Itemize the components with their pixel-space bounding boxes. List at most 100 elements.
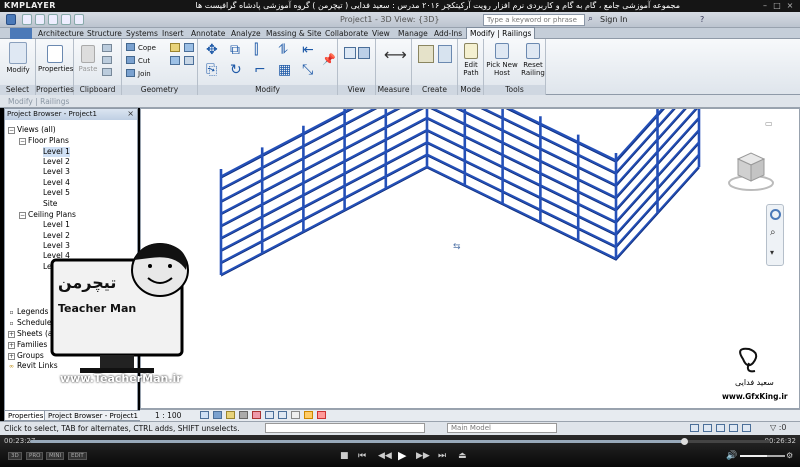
flip-arrows-icon[interactable]: ⇆ xyxy=(453,242,461,252)
tree-ceiling-level-1[interactable]: Level 1 xyxy=(43,220,70,230)
sign-in-button[interactable]: Sign In xyxy=(600,15,627,24)
settings-icon[interactable]: ⚙ xyxy=(786,451,793,461)
crop-view-icon[interactable] xyxy=(265,411,274,419)
tree-ceiling-plans[interactable]: − Ceiling Plans xyxy=(19,210,76,220)
rewind-icon[interactable]: ◀◀ xyxy=(378,451,392,461)
3d-viewport[interactable]: ⇆ ⌕ ▾ ▭ xyxy=(140,61,800,410)
tree-floor-level-5[interactable]: Level 5 xyxy=(43,188,70,198)
tab-properties[interactable]: Properties xyxy=(4,410,48,421)
tab-analyze[interactable]: Analyze xyxy=(231,28,261,39)
volume-icon[interactable]: 🔊 xyxy=(726,451,737,461)
pin-icon[interactable]: 📌 xyxy=(322,52,336,68)
stop-icon[interactable]: ■ xyxy=(340,451,349,461)
reset-railing-button[interactable]: Reset Railing xyxy=(520,43,546,77)
override-graphics-icon[interactable] xyxy=(358,47,370,59)
cut-clip-icon[interactable] xyxy=(102,44,112,52)
offset-icon[interactable]: ⧉ xyxy=(230,42,246,58)
expand-icon[interactable]: + xyxy=(8,331,15,338)
tab-massing-site[interactable]: Massing & Site xyxy=(266,28,322,39)
cut-button[interactable]: Cut xyxy=(126,56,150,66)
pick-new-host-button[interactable]: Pick New Host xyxy=(485,43,519,77)
tree-floor-level-3[interactable]: Level 3 xyxy=(43,167,70,177)
binoculars-icon[interactable]: ⌕ xyxy=(588,14,598,25)
tag-mini[interactable]: MINI xyxy=(46,452,65,460)
design-option-dropdown[interactable] xyxy=(265,423,425,433)
tab-structure[interactable]: Structure xyxy=(87,28,122,39)
tab-project-browser[interactable]: Project Browser - Project1 xyxy=(44,410,142,421)
view-restore-icon[interactable]: ▭ xyxy=(765,119,777,128)
tree-floor-level-2[interactable]: Level 2 xyxy=(43,157,70,167)
tag-3d[interactable]: 3D xyxy=(8,452,22,460)
search-input[interactable]: Type a keyword or phrase xyxy=(483,14,585,26)
temp-hide-icon[interactable] xyxy=(304,411,313,419)
tab-insert[interactable]: Insert xyxy=(162,28,184,39)
edit-path-button[interactable]: Edit Path xyxy=(459,43,483,77)
save-icon[interactable] xyxy=(35,14,45,25)
nav-chevron-icon[interactable]: ▾ xyxy=(770,247,781,258)
reveal-hidden-icon[interactable] xyxy=(317,411,326,419)
maximize-icon[interactable]: □ xyxy=(772,1,782,10)
forward-icon[interactable]: ▶▶ xyxy=(416,451,430,461)
next-icon[interactable]: ⏭ xyxy=(438,451,446,461)
steering-wheel-icon[interactable] xyxy=(770,209,781,220)
hide-element-icon[interactable] xyxy=(344,47,356,59)
join-button[interactable]: Join xyxy=(126,69,151,79)
minimize-icon[interactable]: – xyxy=(760,1,770,10)
tab-add-ins[interactable]: Add-Ins xyxy=(434,28,462,39)
properties-button[interactable]: Properties xyxy=(38,45,73,73)
align-icon[interactable]: ⇤ xyxy=(302,42,318,58)
tree-groups[interactable]: + Groups xyxy=(8,351,44,361)
modify-button[interactable]: Modify xyxy=(4,42,32,74)
tab-systems[interactable]: Systems xyxy=(126,28,158,39)
paste-button[interactable]: Paste xyxy=(77,45,99,73)
redo-icon[interactable] xyxy=(61,14,71,25)
collapse-icon[interactable]: − xyxy=(19,212,26,219)
eject-icon[interactable]: ⏏ xyxy=(458,451,467,461)
copy-clip-icon[interactable] xyxy=(102,56,112,64)
create-assembly-icon[interactable] xyxy=(418,45,434,63)
sun-path-icon[interactable] xyxy=(226,411,235,419)
copy-icon[interactable]: ⎘ xyxy=(206,62,222,78)
trim-icon[interactable]: ⌐ xyxy=(254,62,270,78)
expand-icon[interactable]: + xyxy=(8,342,15,349)
mirror-pick-icon[interactable]: ⫿ xyxy=(254,42,270,58)
tab-annotate[interactable]: Annotate xyxy=(191,28,225,39)
revit-app-icon[interactable] xyxy=(6,14,16,25)
view-cube[interactable] xyxy=(726,149,776,194)
tab-collaborate[interactable]: Collaborate xyxy=(325,28,368,39)
select-links-icon[interactable] xyxy=(703,424,712,432)
rotate-icon[interactable]: ↻ xyxy=(230,62,246,78)
paint-icon[interactable] xyxy=(184,43,194,52)
undo-icon[interactable] xyxy=(48,14,58,25)
tag-edit[interactable]: EDIT xyxy=(68,452,87,460)
show-crop-icon[interactable] xyxy=(278,411,287,419)
split-face-icon[interactable] xyxy=(170,43,180,52)
print-icon[interactable] xyxy=(74,14,84,25)
tag-pro[interactable]: PRO xyxy=(26,452,44,460)
wall-joins-icon[interactable] xyxy=(170,56,180,65)
open-icon[interactable] xyxy=(22,14,32,25)
array-icon[interactable]: ▦ xyxy=(278,62,294,78)
move-icon[interactable]: ✥ xyxy=(206,42,222,58)
tree-floor-level-4[interactable]: Level 4 xyxy=(43,178,70,188)
select-pinned-icon[interactable] xyxy=(729,424,738,432)
railing-rail[interactable] xyxy=(220,67,701,179)
close-icon[interactable]: × xyxy=(127,109,134,118)
match-type-icon[interactable] xyxy=(102,68,112,76)
railing-model[interactable]: ⇆ xyxy=(141,61,800,410)
tree-floor-plans[interactable]: − Floor Plans xyxy=(19,136,69,146)
tab-view[interactable]: View xyxy=(372,28,390,39)
view-scale[interactable]: 1 : 100 xyxy=(155,411,181,420)
zoom-icon[interactable]: ⌕ xyxy=(770,227,781,238)
tree-legends[interactable]: ▫ Legends xyxy=(8,307,48,317)
select-panel-label[interactable]: Select xyxy=(0,85,35,95)
collapse-icon[interactable]: − xyxy=(19,138,26,145)
demolish-icon[interactable] xyxy=(184,56,194,65)
previous-icon[interactable]: ⏮ xyxy=(358,451,366,461)
tree-floor-level-1[interactable]: Level 1 xyxy=(43,147,70,157)
filter-icon[interactable]: ▽ :0 xyxy=(770,423,790,433)
visual-style-icon[interactable] xyxy=(213,411,222,419)
detail-level-icon[interactable] xyxy=(200,411,209,419)
tab-architecture[interactable]: Architecture xyxy=(38,28,84,39)
shadows-icon[interactable] xyxy=(239,411,248,419)
